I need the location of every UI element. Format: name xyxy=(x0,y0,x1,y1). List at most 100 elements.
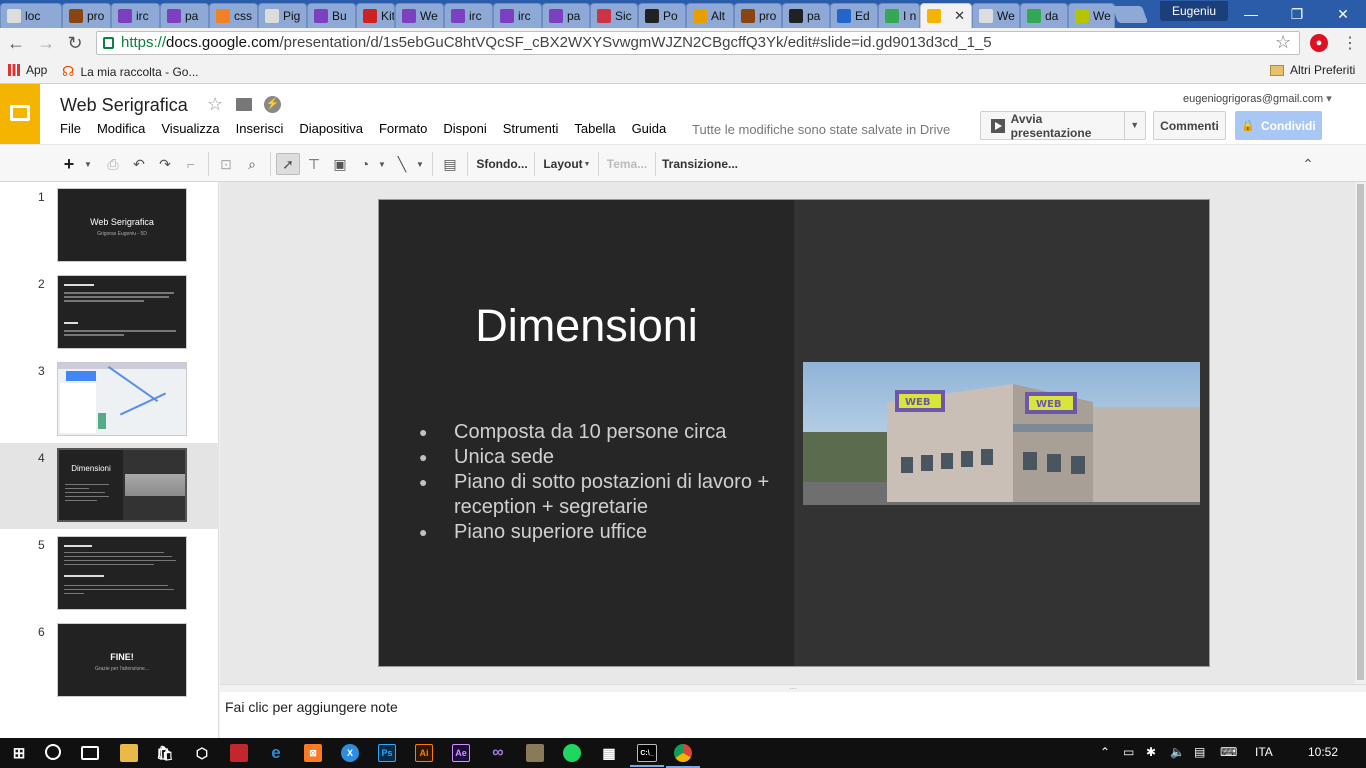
share-button[interactable]: 🔒 Condividi xyxy=(1235,111,1322,140)
browser-tab[interactable]: Kit xyxy=(356,3,395,28)
chevron-down-icon[interactable]: ▼ xyxy=(414,153,426,175)
calculator-icon[interactable]: ▦ xyxy=(600,744,618,762)
menu-item-file[interactable]: File xyxy=(60,121,81,136)
text-box-icon[interactable]: ⊤ xyxy=(303,153,325,175)
paint-format-icon[interactable]: ⌐ xyxy=(180,153,202,175)
edge-icon[interactable]: e xyxy=(267,743,285,762)
browser-tab[interactable]: irc xyxy=(111,3,160,28)
extension-icon[interactable]: ● xyxy=(1310,34,1328,52)
menu-item-diapositiva[interactable]: Diapositiva xyxy=(299,121,363,136)
windows-start-icon[interactable]: ⊞ xyxy=(10,744,28,762)
chrome-icon[interactable] xyxy=(666,744,700,768)
menu-item-tabella[interactable]: Tabella xyxy=(574,121,615,136)
slide-bullet-list[interactable]: Composta da 10 persone circa Unica sede … xyxy=(419,420,779,545)
notifications-icon[interactable]: ▤ xyxy=(1194,745,1205,759)
browser-tab[interactable]: pa xyxy=(542,3,590,28)
fit-icon[interactable]: ⊡ xyxy=(215,153,237,175)
bookmark-other-folder[interactable]: Altri Preferiti xyxy=(1270,63,1355,77)
print-icon[interactable]: ⎙ xyxy=(102,153,124,175)
filmstrip-slide-6[interactable]: 6 FINE! Grazie per l'attenzione... xyxy=(0,617,219,703)
bookmark-raccolta[interactable]: ☊ La mia raccolta - Go... xyxy=(62,63,198,80)
browser-tab[interactable]: Alt xyxy=(686,3,734,28)
redo-icon[interactable]: ↷ xyxy=(154,153,176,175)
slides-logo-icon[interactable] xyxy=(0,84,40,144)
select-cursor-icon[interactable]: ➚ xyxy=(276,153,300,175)
shape-icon[interactable]: ◔ xyxy=(354,153,376,175)
tray-chevron-icon[interactable]: ⌃ xyxy=(1100,745,1110,759)
profile-button[interactable]: Eugeniu xyxy=(1160,1,1229,21)
keyboard-icon[interactable]: ⌨ xyxy=(1220,745,1237,759)
image-icon[interactable]: ▣ xyxy=(329,153,351,175)
browser-tab[interactable]: pro xyxy=(734,3,782,28)
comment-icon[interactable]: ▤ xyxy=(439,153,461,175)
present-button[interactable]: Avvia presentazione ▼ xyxy=(980,111,1146,140)
language-indicator[interactable]: ITA xyxy=(1255,745,1273,759)
slide-title[interactable]: Dimensioni xyxy=(379,300,794,352)
notes-resize-handle[interactable]: ... xyxy=(220,683,1366,692)
chevron-down-icon[interactable]: ▼ xyxy=(1123,112,1146,139)
volume-icon[interactable]: 🔈 xyxy=(1170,745,1185,759)
filmstrip-slide-2[interactable]: 2 xyxy=(0,269,219,355)
close-tab-icon[interactable]: ✕ xyxy=(954,8,965,24)
background-button[interactable]: Sfondo... xyxy=(476,153,528,175)
wifi-icon[interactable]: ✱ xyxy=(1146,745,1156,759)
comments-button[interactable]: Commenti xyxy=(1153,111,1226,140)
browser-tab[interactable]: Pig xyxy=(258,3,307,28)
undo-icon[interactable]: ↶ xyxy=(128,153,150,175)
browser-tab[interactable]: loc xyxy=(0,3,62,28)
offline-bolt-icon[interactable]: ⚡ xyxy=(264,96,281,113)
folder-icon[interactable] xyxy=(236,98,252,111)
clock[interactable]: 10:52 xyxy=(1308,745,1338,759)
chevron-down-icon[interactable]: ▼ xyxy=(376,153,388,175)
filmstrip-slide-4[interactable]: 4 Dimensioni xyxy=(0,443,219,529)
cortana-icon[interactable] xyxy=(45,744,61,760)
visual-studio-icon[interactable]: ∞ xyxy=(489,744,507,762)
store-icon[interactable]: 🛍 xyxy=(156,744,174,762)
star-icon[interactable]: ☆ xyxy=(207,94,223,115)
browser-tab[interactable]: css xyxy=(209,3,258,28)
filmstrip-slide-5[interactable]: 5 xyxy=(0,530,219,616)
menu-item-formato[interactable]: Formato xyxy=(379,121,427,136)
current-slide[interactable]: Dimensioni Composta da 10 persone circa … xyxy=(378,199,1210,667)
menu-item-inserisci[interactable]: Inserisci xyxy=(236,121,284,136)
browser-tab[interactable]: da xyxy=(1020,3,1068,28)
zoom-icon[interactable]: ⌕ xyxy=(241,153,263,175)
menu-item-strumenti[interactable]: Strumenti xyxy=(503,121,559,136)
chevron-down-icon[interactable]: ▼ xyxy=(583,153,591,175)
chrome-menu-icon[interactable]: ⋮ xyxy=(1342,33,1358,53)
browser-tab[interactable]: We xyxy=(395,3,444,28)
browser-tab[interactable]: Po xyxy=(638,3,686,28)
new-tab-button[interactable] xyxy=(1111,6,1149,23)
transition-button[interactable]: Transizione... xyxy=(662,153,738,175)
picture-viewer-icon[interactable] xyxy=(526,744,544,762)
vertical-scrollbar[interactable] xyxy=(1355,182,1366,684)
save-status[interactable]: Tutte le modifiche sono state salvate in… xyxy=(692,122,950,137)
spotify-icon[interactable] xyxy=(563,744,581,762)
browser-tab[interactable]: pa xyxy=(160,3,209,28)
browser-tab[interactable]: We xyxy=(1068,3,1115,28)
browser-tab[interactable]: I n xyxy=(878,3,920,28)
3d-box-icon[interactable]: ⬡ xyxy=(193,744,211,762)
browser-tab[interactable]: ✕ xyxy=(920,3,972,28)
document-title[interactable]: Web Serigrafica xyxy=(60,95,188,116)
filmstrip-slide-1[interactable]: 1 Web Serigrafica Grigoras Eugeniu - 5D xyxy=(0,182,219,268)
file-explorer-icon[interactable] xyxy=(120,744,138,762)
reload-icon[interactable]: ↻ xyxy=(63,32,87,54)
browser-tab[interactable]: Sic xyxy=(590,3,638,28)
minimize-icon[interactable]: — xyxy=(1228,0,1274,28)
back-arrow-icon[interactable]: ← xyxy=(4,32,28,54)
menu-item-visualizza[interactable]: Visualizza xyxy=(161,121,219,136)
menu-item-guida[interactable]: Guida xyxy=(632,121,667,136)
menu-item-disponi[interactable]: Disponi xyxy=(443,121,486,136)
theme-button[interactable]: Tema... xyxy=(606,153,648,175)
browser-tab[interactable]: Bu xyxy=(307,3,356,28)
menu-item-modifica[interactable]: Modifica xyxy=(97,121,145,136)
restore-icon[interactable]: ❐ xyxy=(1274,0,1320,28)
task-view-icon[interactable] xyxy=(81,746,99,760)
browser-tab[interactable]: irc xyxy=(493,3,542,28)
browser-tab[interactable]: irc xyxy=(444,3,493,28)
illustrator-icon[interactable]: Ai xyxy=(415,744,433,762)
filmstrip-slide-3[interactable]: 3 xyxy=(0,356,219,442)
new-slide-icon[interactable]: + xyxy=(58,153,80,175)
command-prompt-icon[interactable]: C:\_ xyxy=(630,744,664,767)
